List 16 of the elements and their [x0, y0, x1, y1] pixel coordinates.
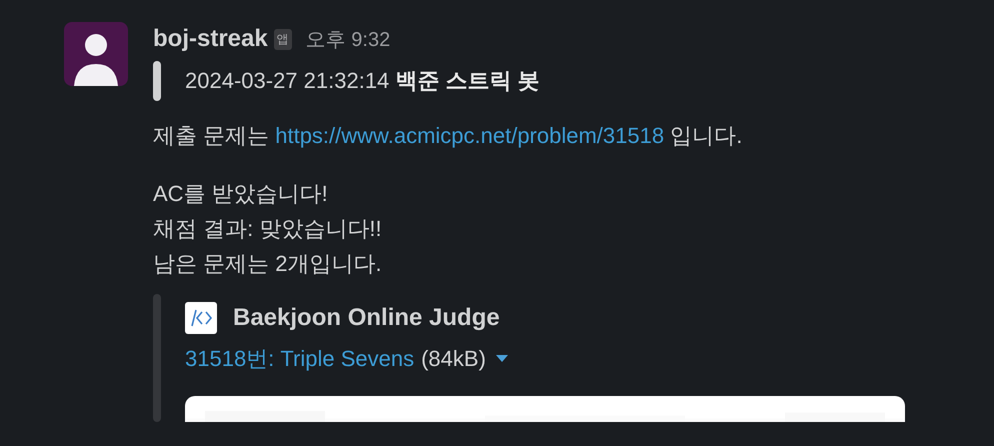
- code-brackets-icon: [185, 302, 217, 334]
- file-size: (84kB): [421, 346, 486, 372]
- site-name: Baekjoon Online Judge: [233, 304, 500, 332]
- message-text: AC를 받았습니다!: [153, 180, 329, 208]
- avatar-icon: [64, 22, 128, 86]
- timestamp[interactable]: 오후 9:32: [306, 26, 390, 52]
- caret-icon[interactable]: [496, 355, 508, 363]
- quote-text: 2024-03-27 21:32:14 백준 스트릭 봇: [185, 67, 540, 95]
- sender-name[interactable]: boj-streak: [153, 25, 268, 53]
- attachment-link[interactable]: 31518번: Triple Sevens: [185, 344, 414, 374]
- message-text: 남은 문제는 2개입니다.: [153, 250, 383, 278]
- message-text: 채점 결과: 맞았습니다!!: [153, 215, 383, 243]
- quote-bar: [153, 61, 161, 101]
- problem-link[interactable]: https://www.acmicpc.net/problem/31518: [275, 123, 664, 148]
- app-badge: 앱: [274, 28, 292, 50]
- message-text: 제출 문제는 https://www.acmicpc.net/problem/31518 입니다.: [153, 122, 744, 150]
